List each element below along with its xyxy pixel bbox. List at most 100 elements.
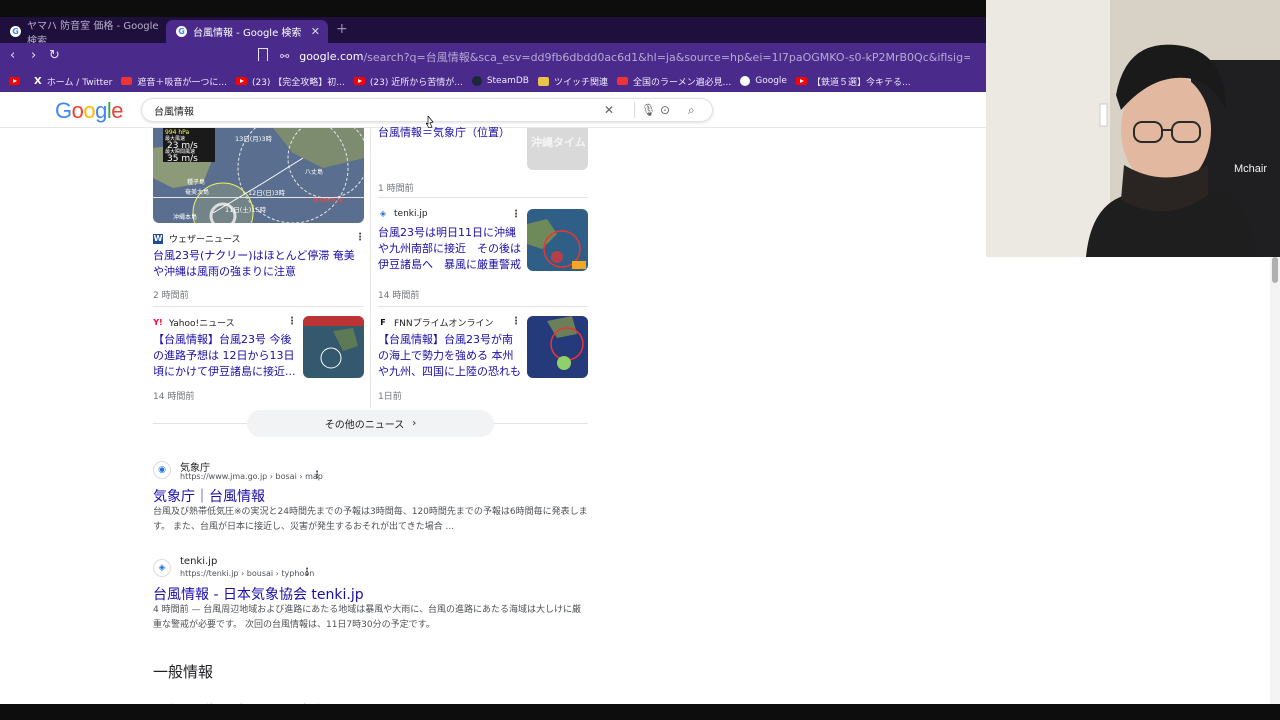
section-heading: 一般情報	[153, 663, 214, 681]
bookmark-item[interactable]: 全国のラーメン遍必見...	[617, 75, 731, 88]
news-thumbnail[interactable]	[527, 316, 588, 378]
news-title[interactable]: 【台風情報】台風23号 今後の進路予想は 12日から13日頃にかけて伊豆諸島に接…	[153, 332, 296, 380]
bookmark-item[interactable]: ツイッチ関連	[537, 75, 608, 88]
news-time: 2 時間前	[153, 291, 189, 301]
google-header: Google ✕ 🎙 ⊙ ⌕	[0, 92, 986, 128]
news-column-divider	[370, 128, 371, 408]
yahoo-map-thumbnail	[303, 316, 364, 378]
bookmark-item[interactable]: 遮音＋吸音が一つに...	[121, 75, 227, 88]
divider	[378, 306, 588, 307]
search-icon[interactable]: ⌕	[688, 102, 695, 118]
bookmark-item[interactable]: SteamDB	[471, 76, 529, 86]
weathernews-icon: W	[153, 233, 163, 244]
site-info-icon[interactable]: ⚯	[280, 50, 289, 63]
close-tab-icon[interactable]: ✕	[311, 25, 320, 38]
more-options-icon[interactable]: ⋮	[287, 316, 297, 327]
bookmark-label: 【鉄道５選】今キテる...	[811, 77, 911, 88]
bookmark-label: 全国のラーメン遍必見...	[633, 77, 732, 88]
result-url[interactable]: https://www.jma.go.jp › bosai › map	[180, 472, 323, 481]
bookmark-item[interactable]: Google	[740, 76, 787, 86]
news-time: 1日前	[378, 392, 402, 402]
news-title[interactable]: 台風23号は明日11日に沖縄や九州南部に接近 その後は伊豆諸島へ 暴風に厳重警戒…	[378, 225, 521, 273]
bookmark-item[interactable]: X ホーム / Twitter	[34, 75, 112, 88]
youtube-icon	[235, 77, 247, 85]
map-label: 沖縄本島	[173, 213, 197, 221]
yahoo-icon: Y!	[153, 317, 163, 327]
bookmark-label: 遮音＋吸音が一つに...	[137, 77, 227, 88]
fnn-icon: F	[380, 317, 386, 327]
divider	[494, 423, 588, 424]
more-options-icon[interactable]: ⋮	[511, 209, 521, 220]
more-options-icon[interactable]: ⋮	[302, 567, 312, 578]
more-options-icon[interactable]: ⋮	[312, 470, 322, 481]
news-thumbnail[interactable]	[303, 316, 364, 378]
result-url[interactable]: https://tenki.jp › bousai › typhoon	[180, 569, 314, 578]
tenki-favicon-icon: ◈	[153, 559, 171, 577]
microphone-icon[interactable]: 🎙	[634, 102, 656, 118]
news-title[interactable]: 台風23号(ナクリー)はほとんど停滞 奄美や沖縄は風雨の強まりに注意	[153, 248, 363, 282]
news-thumbnail[interactable]	[527, 209, 588, 271]
result-snippet: 4 時間前 — 台風周辺地域および進路にあたる地域は暴風や大雨に、台風の進路にあ…	[153, 605, 582, 630]
bookmark-item[interactable]: (23) 【完全攻略】初...	[235, 75, 345, 88]
forward-icon[interactable]: ›	[31, 48, 36, 64]
scrollbar[interactable]	[1270, 257, 1280, 704]
bookmark-label: (23) 【完全攻略】初...	[251, 77, 345, 88]
google-favicon-icon: G	[10, 26, 21, 37]
news-time: 1 時間前	[378, 184, 414, 194]
news-title[interactable]: 【台風情報】台風23号が南の海上で勢力を強める 本州や九州、四国に上陸の恐れも	[378, 332, 521, 380]
scrollbar-thumb[interactable]	[1272, 257, 1278, 283]
tab-yamaha[interactable]: G ヤマハ 防音室 価格 - Google 検索	[0, 20, 163, 47]
news-source: ◈ tenki.jp	[378, 209, 428, 219]
result-site-name[interactable]: tenki.jp	[180, 556, 217, 567]
youtube-icon	[795, 77, 807, 85]
news-thumbnail[interactable]: 沖縄タイム	[527, 128, 588, 170]
url-path: /search?q=台風情報&sca_esv=dd9fb6dbdd0ac6d1&…	[363, 50, 970, 64]
map-label: 13日(月)3時	[235, 135, 272, 143]
jma-favicon-icon: ◉	[153, 461, 171, 479]
bookmark-item[interactable]: (23) 近所から苦情が...	[353, 75, 463, 88]
map-label: 奄美大島	[185, 188, 209, 196]
more-options-icon[interactable]: ⋮	[355, 232, 365, 243]
tab-title: 台風情報 - Google 検索	[193, 28, 302, 39]
bottom-black-bar	[0, 704, 1280, 720]
x-icon: X	[34, 75, 42, 87]
news-time: 14 時間前	[378, 291, 420, 301]
mouse-cursor-icon	[426, 116, 434, 128]
bookmark-label: SteamDB	[486, 76, 529, 86]
folder-icon	[537, 76, 549, 86]
google-favicon-icon: G	[176, 26, 187, 37]
camera-lens-icon[interactable]: ⊙	[660, 102, 670, 118]
bookmark-label: Google	[755, 76, 787, 86]
tab-title: ヤマハ 防音室 価格 - Google 検索	[27, 20, 159, 47]
search-input[interactable]	[154, 102, 574, 118]
result-title[interactable]: 台風情報 - 日本気象協会 tenki.jp	[153, 584, 364, 604]
back-icon[interactable]: ‹	[10, 48, 15, 64]
result-snippet: 台風及び熱帯低気圧※の実況と24時間先までの予報は3時間毎、120時間先までの予…	[153, 507, 588, 532]
youtube-icon	[353, 77, 365, 85]
new-tab-icon[interactable]: +	[336, 21, 348, 37]
google-logo[interactable]: Google	[55, 98, 124, 124]
bookmark-label: ホーム / Twitter	[46, 77, 113, 88]
news-source: F FNNプライムオンライン	[378, 316, 494, 330]
divider	[153, 197, 364, 198]
clear-icon[interactable]: ✕	[604, 102, 614, 118]
tenki-icon: ◈	[379, 209, 387, 218]
divider	[153, 306, 364, 307]
bookmark-item[interactable]	[9, 77, 25, 85]
result-title[interactable]: 気象庁｜台風情報	[153, 486, 265, 506]
typhoon-map-image[interactable]: 994 hPa 最大風速 23 m/s 最大瞬間風速 35 m/s 13日(月)…	[153, 128, 364, 223]
bookmark-item[interactable]: 【鉄道５選】今キテる...	[795, 75, 911, 88]
tab-typhoon[interactable]: G 台風情報 - Google 検索 ✕	[166, 20, 328, 43]
more-options-icon[interactable]: ⋮	[511, 316, 521, 327]
news-time: 14 時間前	[153, 392, 195, 402]
webcam-person-image: Mchair	[986, 0, 1280, 257]
news-source-label: FNNプライムオンライン	[394, 319, 494, 329]
address-bar[interactable]: ⚯ google.com /search?q=台風情報&sca_esv=dd9f…	[250, 45, 970, 68]
news-title[interactable]: 台風情報＝気象庁（位置）	[378, 125, 518, 143]
tab-bar: G ヤマハ 防音室 価格 - Google 検索 G 台風情報 - Google…	[0, 17, 986, 47]
red-icon	[121, 77, 133, 85]
news-source-label: tenki.jp	[394, 209, 428, 219]
more-news-button[interactable]: その他のニュース ›	[247, 410, 494, 437]
google-icon	[740, 76, 751, 86]
reload-icon[interactable]: ↻	[49, 48, 60, 64]
